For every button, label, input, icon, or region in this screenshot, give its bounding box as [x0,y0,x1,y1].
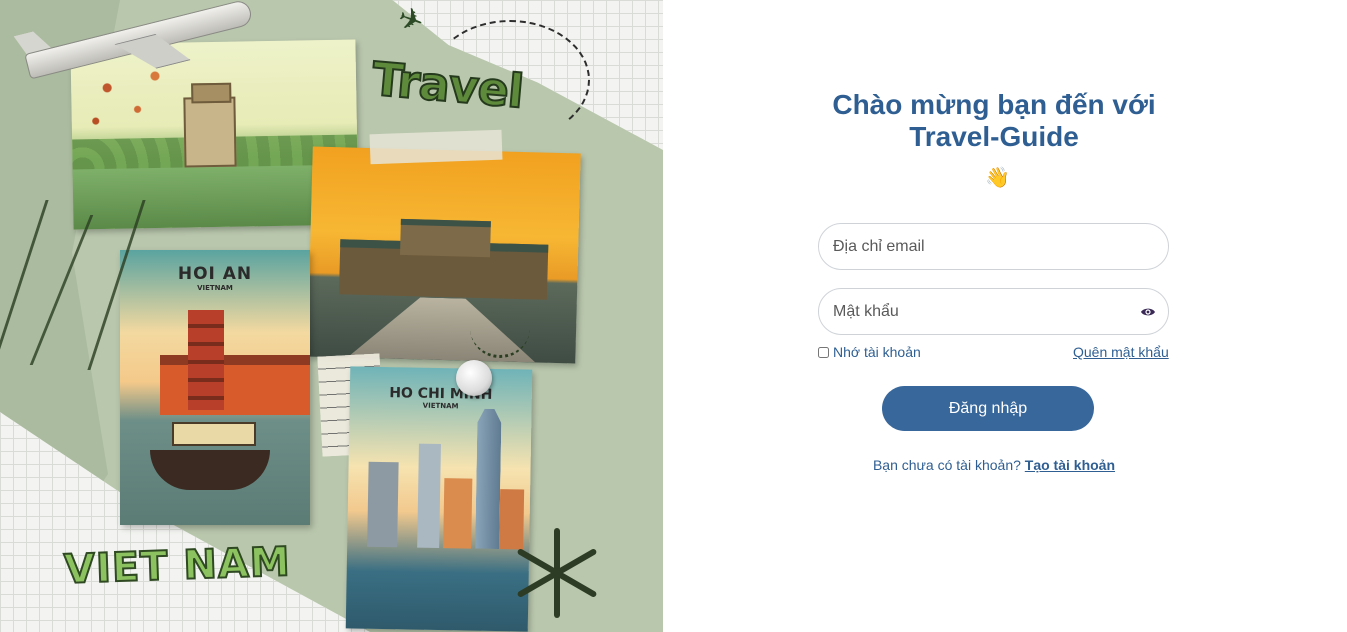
pushpin-icon [456,360,492,396]
signup-row: Bạn chưa có tài khoản? Tạo tài khoản [663,457,1325,473]
signup-prompt: Bạn chưa có tài khoản? [872,457,1021,473]
forgot-password-link[interactable]: Quên mật khẩu [1073,344,1169,360]
password-field-wrapper [818,288,1169,335]
hoian-title: HOI AN [177,264,253,284]
skyscraper-illustration [475,409,501,549]
eye-icon[interactable] [1140,304,1156,320]
waving-hand-icon: 👋 [985,167,1010,189]
hoian-postcard: HOI AN VIETNAM [120,250,310,525]
hue-postcard [307,146,581,364]
welcome-title-line2: Travel-Guide [909,121,1079,152]
plane-icon: ✈ [393,0,429,41]
hcm-postcard: HO CHI MINH VIETNAM [345,366,533,632]
boat-illustration [150,422,270,490]
travel-collage-image: HOI AN VIETNAM HO CHI MINH VIETNAM ✈ Tra… [0,0,663,632]
asterisk-doodle-icon [512,528,602,618]
hoian-subtitle: VIETNAM [197,284,233,292]
email-input[interactable] [833,224,1133,269]
password-input[interactable] [833,289,1133,334]
pagoda-illustration [188,310,224,410]
create-account-link[interactable]: Tạo tài khoản [1025,457,1115,473]
login-button[interactable]: Đăng nhập [882,386,1094,431]
remember-me[interactable]: Nhớ tài khoản [818,344,921,360]
remember-checkbox[interactable] [818,346,829,358]
email-field-wrapper [818,223,1169,270]
palace-illustration [338,239,549,300]
welcome-title-line1: Chào mừng bạn đến với [832,89,1156,120]
remember-label: Nhớ tài khoản [833,344,921,360]
vietnam-sticker: VIET NAM [62,538,292,594]
login-panel: Chào mừng bạn đến với Travel-Guide 👋 Nhớ… [663,0,1347,632]
